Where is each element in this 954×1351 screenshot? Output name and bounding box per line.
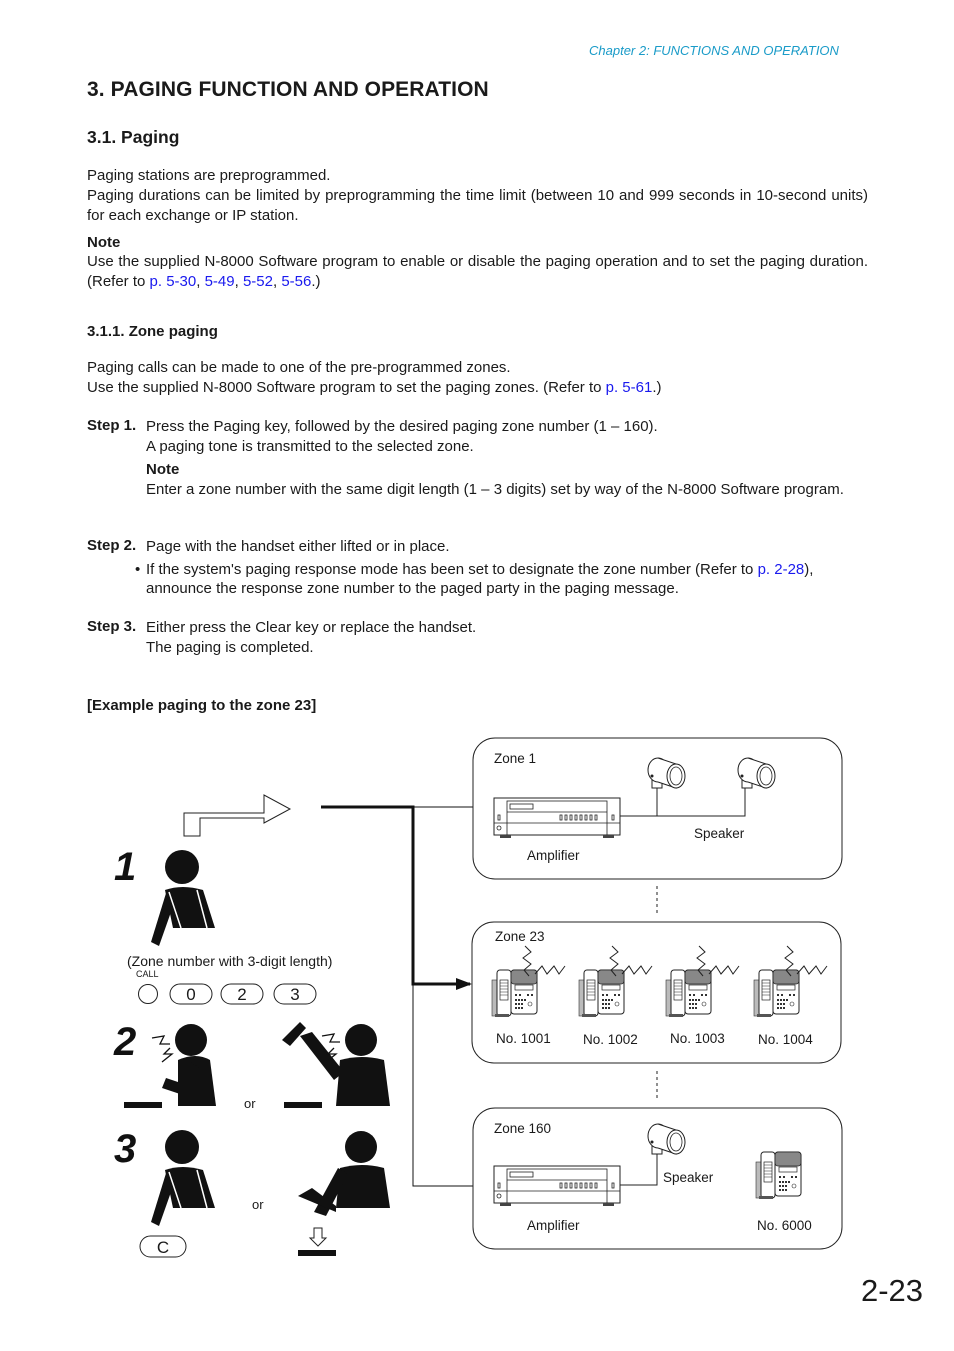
amplifier-icon <box>493 797 621 839</box>
or-label-step-2: or <box>244 1096 256 1111</box>
clear-key: C <box>139 1235 187 1258</box>
paging-example-diagram: 1 (Zone number with 3-digit length) CALL… <box>113 737 843 1258</box>
zone-1-speaker-label: Speaker <box>694 826 745 841</box>
diagram-step-3: 3 <box>114 1127 136 1171</box>
key-2-label: 2 <box>237 985 246 1004</box>
zone-160-station-label: No. 6000 <box>757 1218 812 1233</box>
zone-160-label: Zone 160 <box>494 1121 551 1136</box>
person-dialing-icon <box>150 849 216 947</box>
phone-station-icon <box>665 969 712 1018</box>
zone-1-amplifier-label: Amplifier <box>527 848 580 863</box>
call-label: CALL <box>136 969 159 979</box>
person-speaking-handset-icon <box>282 1022 390 1108</box>
person-pressing-clear-icon <box>150 1129 216 1227</box>
key-3: 3 <box>273 983 317 1005</box>
phone-station-icon <box>491 969 538 1018</box>
flow-arrow-icon <box>183 794 292 837</box>
zone-hint: (Zone number with 3-digit length) <box>127 953 332 969</box>
person-replacing-handset-icon <box>298 1131 390 1256</box>
phone-station-icon <box>755 1151 802 1200</box>
zone-1-label: Zone 1 <box>494 751 536 766</box>
call-key <box>138 984 158 1004</box>
person-speaking-handsfree-icon <box>124 1024 216 1108</box>
clear-key-label: C <box>157 1238 169 1257</box>
page-number: 2-23 <box>860 1273 923 1308</box>
zone-23-label: Zone 23 <box>495 929 545 944</box>
diagram-step-1: 1 <box>114 845 136 889</box>
connection-lines <box>321 805 473 1187</box>
zone-160-box: Zone 160 Speaker Amplifier No. 6000 <box>472 1107 843 1250</box>
diagram-step-2: 2 <box>113 1020 136 1064</box>
phone-station-icon <box>578 969 625 1018</box>
zone-23-box: Zone 23 No. 1001 No. 1002 No. 1003 No. 1… <box>471 921 842 1064</box>
key-2: 2 <box>220 983 264 1005</box>
station-label: No. 1003 <box>670 1031 725 1046</box>
station-label: No. 1004 <box>758 1032 813 1047</box>
zone-160-amplifier-label: Amplifier <box>527 1218 580 1233</box>
zone-1-box: Zone 1 Amplifier Speaker <box>472 737 843 880</box>
station-label: No. 1001 <box>496 1031 551 1046</box>
key-3-label: 3 <box>290 985 299 1004</box>
zone-160-speaker-label: Speaker <box>663 1170 714 1185</box>
phone-station-icon <box>753 969 800 1018</box>
station-label: No. 1002 <box>583 1032 638 1047</box>
key-0-label: 0 <box>186 985 195 1004</box>
or-label-step-3: or <box>252 1197 264 1212</box>
amplifier-icon <box>493 1165 621 1207</box>
key-0: 0 <box>169 983 213 1005</box>
